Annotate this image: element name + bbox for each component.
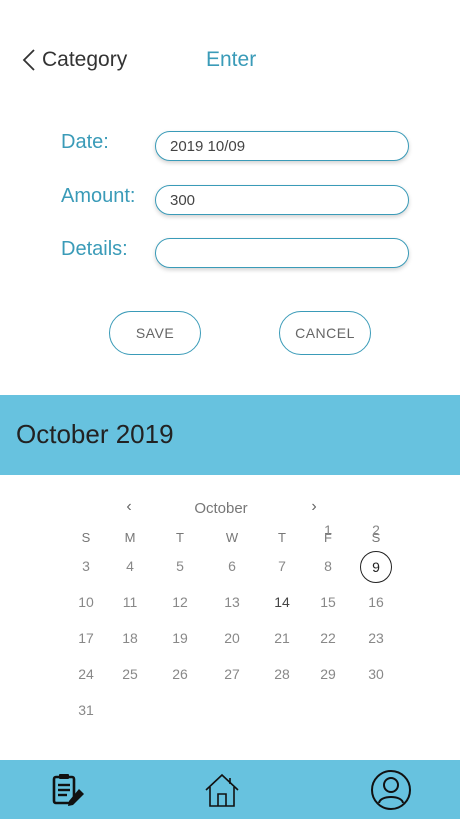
chevron-left-icon [22, 49, 35, 71]
calendar-nav: ‹ October › [0, 498, 460, 522]
calendar-day[interactable]: 8 [311, 558, 345, 580]
profile-icon[interactable] [369, 768, 413, 812]
date-label: Date: [61, 131, 109, 153]
amount-label: Amount: [61, 185, 136, 207]
calendar-day[interactable]: 28 [265, 666, 299, 688]
calendar-day[interactable]: 31 [69, 702, 103, 724]
weekday-header: T [176, 530, 184, 545]
calendar-day[interactable]: 15 [311, 594, 345, 616]
details-field[interactable] [155, 238, 409, 268]
calendar-day[interactable]: 2 [359, 522, 393, 544]
calendar-day[interactable]: 14 [265, 594, 299, 616]
bottom-nav-bar [0, 760, 460, 819]
details-label: Details: [61, 238, 128, 260]
calendar-day[interactable]: 30 [359, 666, 393, 688]
calendar-day[interactable]: 27 [215, 666, 249, 688]
calendar-day[interactable]: 5 [163, 558, 197, 580]
calendar-day[interactable]: 3 [69, 558, 103, 580]
calendar-day[interactable]: 20 [215, 630, 249, 652]
back-label: Category [42, 48, 128, 71]
calendar-day[interactable]: 21 [265, 630, 299, 652]
calendar-day[interactable]: 24 [69, 666, 103, 688]
prev-month-button[interactable]: ‹ [119, 498, 139, 516]
calendar-day[interactable]: 13 [215, 594, 249, 616]
amount-row: Amount: [0, 183, 460, 219]
next-month-button[interactable]: › [304, 498, 324, 516]
calendar-day[interactable]: 22 [311, 630, 345, 652]
back-button[interactable]: Category [22, 46, 127, 74]
header: Category Enter [0, 0, 460, 120]
weekday-header: M [124, 530, 136, 545]
details-row: Details: [0, 236, 460, 272]
calendar-day[interactable]: 1 [311, 522, 345, 544]
calendar-day-selected[interactable]: 9 [360, 551, 392, 583]
calendar-day[interactable]: 11 [113, 594, 147, 616]
weekday-header: W [225, 530, 239, 545]
weekday-header: S [81, 530, 91, 545]
calendar-day[interactable]: 7 [265, 558, 299, 580]
calendar-day[interactable]: 23 [359, 630, 393, 652]
save-button[interactable]: SAVE [109, 311, 201, 355]
weekday-header: T [278, 530, 286, 545]
calendar-day[interactable]: 17 [69, 630, 103, 652]
calendar-day[interactable]: 29 [311, 666, 345, 688]
calendar-day[interactable]: 10 [69, 594, 103, 616]
date-row: Date: [0, 129, 460, 165]
amount-field[interactable] [155, 185, 409, 215]
month-banner: October 2019 [0, 395, 460, 475]
calendar-day[interactable]: 6 [215, 558, 249, 580]
page-title: Enter [206, 48, 257, 71]
calendar-day[interactable]: 18 [113, 630, 147, 652]
date-field[interactable] [155, 131, 409, 161]
calendar-day[interactable]: 4 [113, 558, 147, 580]
notes-edit-icon[interactable] [46, 768, 90, 812]
calendar-day[interactable]: 26 [163, 666, 197, 688]
calendar-day[interactable]: 16 [359, 594, 393, 616]
month-banner-title: October 2019 [16, 419, 174, 449]
calendar-day[interactable]: 25 [113, 666, 147, 688]
home-icon[interactable] [200, 768, 244, 812]
cancel-button[interactable]: CANCEL [279, 311, 371, 355]
calendar-day[interactable]: 12 [163, 594, 197, 616]
calendar-day[interactable]: 19 [163, 630, 197, 652]
calendar-month-label: October [194, 500, 248, 517]
